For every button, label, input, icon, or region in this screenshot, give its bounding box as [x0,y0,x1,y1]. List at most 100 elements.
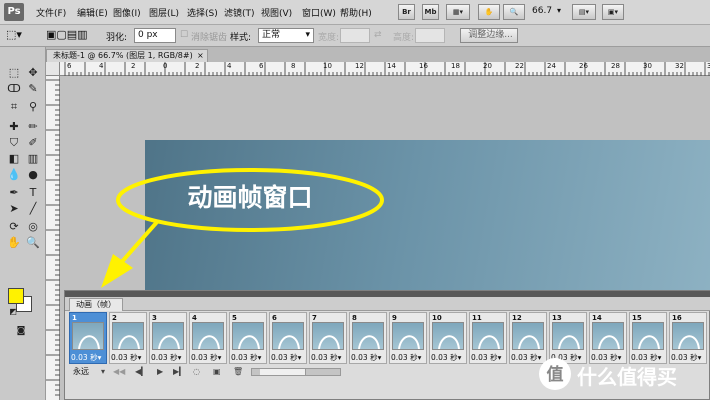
zoom-dropdown-icon[interactable]: ▾ [557,6,561,15]
frame-thumbnail[interactable] [272,322,304,350]
frame-delay[interactable]: 0.03 秒▾ [271,352,306,363]
next-frame-icon[interactable]: ▶▎ [173,366,185,378]
marquee-tool-icon[interactable]: ⬚ [5,65,23,81]
animation-frame[interactable]: 1 0.03 秒▾ [69,312,107,364]
vertical-ruler[interactable] [46,76,60,400]
arrange-documents-button[interactable]: ▤▾ [572,4,596,20]
pen-tool-icon[interactable]: ✒ [5,185,23,201]
marquee-preset-icon[interactable]: ⬚▾ [6,28,22,41]
scrollbar-thumb[interactable] [260,369,306,375]
hand-tool-icon[interactable]: ✋ [5,235,23,251]
frame-thumbnail[interactable] [592,322,624,350]
screen-mode-button[interactable]: ▣▾ [602,4,624,20]
style-select[interactable]: 正常 ▾ [258,28,314,43]
frame-delay[interactable]: 0.03 秒▾ [111,352,146,363]
dodge-tool-icon[interactable]: ● [24,167,42,183]
zoom-level[interactable]: 66.7 [532,6,552,16]
swap-icon[interactable]: ⇄ [374,30,382,40]
frame-thumbnail[interactable] [552,322,584,350]
frame-delay[interactable]: 0.03 秒▾ [151,352,186,363]
document-tab[interactable]: 未标题-1 @ 66.7% (图层 1, RGB/8#) × [46,49,208,62]
play-icon[interactable]: ▶ [157,366,163,378]
menu-window[interactable]: 窗口(W) [302,6,336,19]
animation-frame[interactable]: 10 0.03 秒▾ [429,312,467,364]
menu-file[interactable]: 文件(F) [36,6,66,19]
frame-thumbnail[interactable] [672,322,704,350]
mini-bridge-button[interactable]: Mb [422,4,439,20]
animation-frame[interactable]: 2 0.03 秒▾ [109,312,147,364]
frame-thumbnail[interactable] [72,322,104,350]
refine-edge-button[interactable]: 调整边缘... [460,28,518,43]
frame-thumbnail[interactable] [472,322,504,350]
brush-tool-icon[interactable]: ✏ [24,119,42,135]
ruler-origin[interactable] [46,62,60,76]
frame-delay[interactable]: 0.03 秒▾ [471,352,506,363]
frame-delay[interactable]: 0.03 秒▾ [311,352,346,363]
selection-mode-icons[interactable]: ▣▢▤▥ [46,28,88,41]
frame-thumbnail[interactable] [312,322,344,350]
horizontal-ruler[interactable]: 6420246810121416182022242628303234 [60,62,710,76]
path-select-icon[interactable]: ➤ [5,201,23,217]
animation-frame[interactable]: 8 0.03 秒▾ [349,312,387,364]
menu-edit[interactable]: 编辑(E) [77,6,108,19]
frame-delay[interactable]: 0.03 秒▾ [431,352,466,363]
frame-thumbnail[interactable] [112,322,144,350]
frame-thumbnail[interactable] [192,322,224,350]
animation-frame[interactable]: 11 0.03 秒▾ [469,312,507,364]
animation-frame[interactable]: 9 0.03 秒▾ [389,312,427,364]
animation-frame[interactable]: 5 0.03 秒▾ [229,312,267,364]
frame-thumbnail[interactable] [152,322,184,350]
frame-thumbnail[interactable] [632,322,664,350]
delete-frame-icon[interactable]: 🗑 [233,366,243,378]
loop-select[interactable]: 永远 [73,366,89,378]
menu-help[interactable]: 帮助(H) [340,6,372,19]
eraser-tool-icon[interactable]: ◧ [5,151,23,167]
antialias-checkbox[interactable]: ☐ [180,30,188,40]
default-colors-icon[interactable]: ◩ [4,304,22,320]
first-frame-icon[interactable]: ◀◀ [113,366,125,378]
frame-thumbnail[interactable] [352,322,384,350]
animation-tab[interactable]: 动画（帧） [69,298,123,311]
feather-input[interactable]: 0 px [134,28,176,43]
frame-scrollbar[interactable] [251,368,341,376]
move-tool-icon[interactable]: ✥ [24,65,42,81]
close-icon[interactable]: × [197,50,204,62]
quick-mask-icon[interactable]: ◙ [12,323,30,339]
frame-delay[interactable]: 0.03 秒▾ [71,352,106,363]
crop-tool-icon[interactable]: ⌗ [5,99,23,115]
eyedropper-tool-icon[interactable]: ⚲ [24,99,42,115]
frame-thumbnail[interactable] [232,322,264,350]
menu-image[interactable]: 图像(I) [113,6,141,19]
menu-view[interactable]: 视图(V) [261,6,292,19]
chevron-down-icon[interactable]: ▾ [101,366,105,378]
clone-stamp-icon[interactable]: ⛉ [5,135,23,151]
hand-tool-button[interactable]: ✋ [478,4,500,20]
frame-delay[interactable]: 0.03 秒▾ [351,352,386,363]
zoom-tool-icon[interactable]: 🔍 [24,235,42,251]
previous-frame-icon[interactable]: ◀▎ [135,366,147,378]
frame-thumbnail[interactable] [512,322,544,350]
frame-delay[interactable]: 0.03 秒▾ [231,352,266,363]
frame-thumbnail[interactable] [432,322,464,350]
zoom-tool-button[interactable]: 🔍 [503,4,525,20]
animation-frame[interactable]: 6 0.03 秒▾ [269,312,307,364]
gradient-tool-icon[interactable]: ▥ [24,151,42,167]
height-input[interactable] [415,28,445,43]
tween-icon[interactable]: ◌ [193,366,200,378]
lasso-tool-icon[interactable]: ↀ [5,81,23,97]
animation-frame[interactable]: 7 0.03 秒▾ [309,312,347,364]
quick-select-tool-icon[interactable]: ✎ [24,81,42,97]
healing-brush-icon[interactable]: ✚ [5,119,23,135]
3d-orbit-icon[interactable]: ◎ [24,219,42,235]
animation-frame[interactable]: 4 0.03 秒▾ [189,312,227,364]
animation-frame[interactable]: 3 0.03 秒▾ [149,312,187,364]
duplicate-frame-icon[interactable]: ▣ [213,366,221,378]
blur-tool-icon[interactable]: 💧 [5,167,23,183]
bridge-button[interactable]: Br [398,4,415,20]
type-tool-icon[interactable]: T [24,185,42,201]
history-brush-icon[interactable]: ✐ [24,135,42,151]
menu-select[interactable]: 选择(S) [187,6,218,19]
shape-tool-icon[interactable]: ╱ [24,201,42,217]
frame-delay[interactable]: 0.03 秒▾ [391,352,426,363]
menu-layer[interactable]: 图层(L) [149,6,179,19]
